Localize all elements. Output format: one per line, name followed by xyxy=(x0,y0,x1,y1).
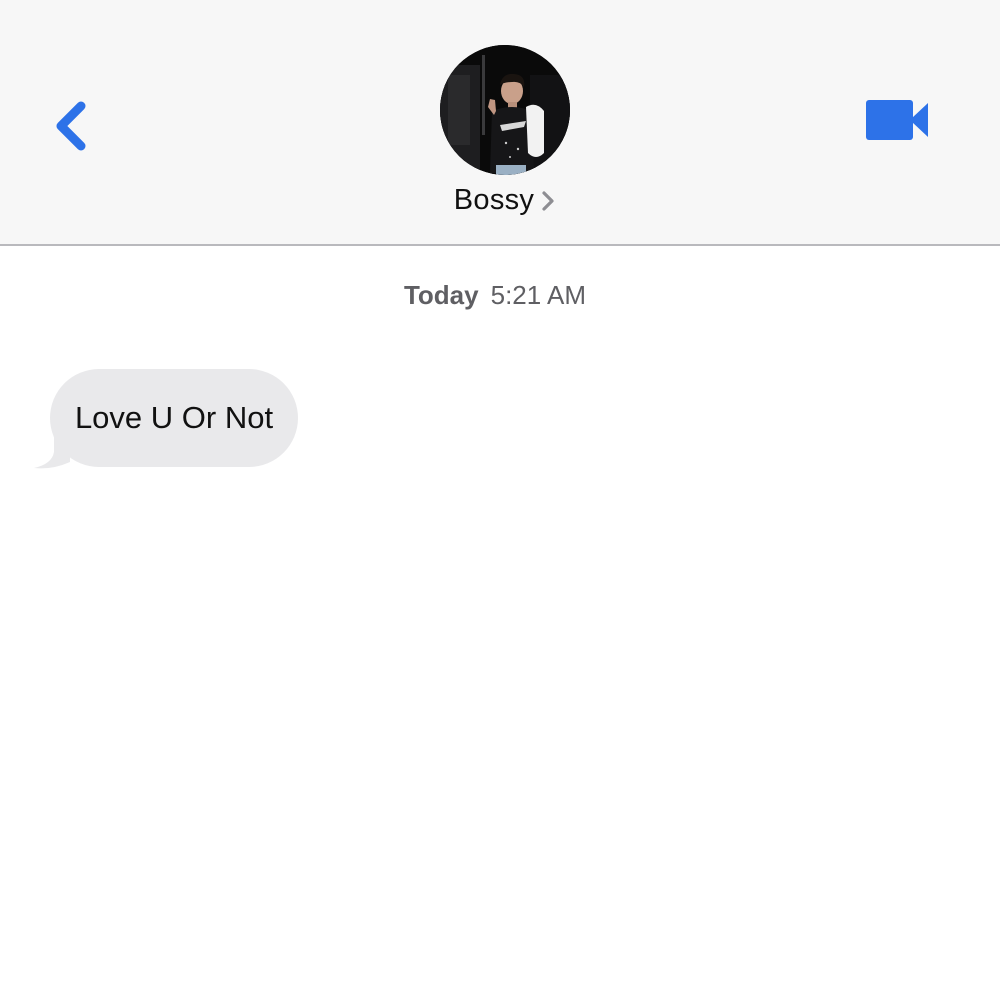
conversation-timestamp: Today 5:21 AM xyxy=(0,280,990,311)
contact-name-button[interactable]: Bossy xyxy=(0,184,1000,217)
chevron-left-icon xyxy=(56,101,86,151)
navigation-header: Bossy xyxy=(0,0,1000,246)
message-text: Love U Or Not xyxy=(74,400,274,435)
avatar-photo xyxy=(440,45,570,175)
timestamp-time: 5:21 AM xyxy=(490,280,587,310)
chevron-right-icon xyxy=(542,190,554,211)
video-call-button[interactable] xyxy=(860,90,936,150)
incoming-message-bubble[interactable]: Love U Or Not xyxy=(50,369,298,467)
timestamp-day: Today xyxy=(403,280,479,310)
video-camera-icon xyxy=(866,100,928,140)
contact-avatar[interactable] xyxy=(440,45,570,175)
back-button[interactable] xyxy=(46,96,106,156)
contact-name: Bossy xyxy=(453,184,535,216)
